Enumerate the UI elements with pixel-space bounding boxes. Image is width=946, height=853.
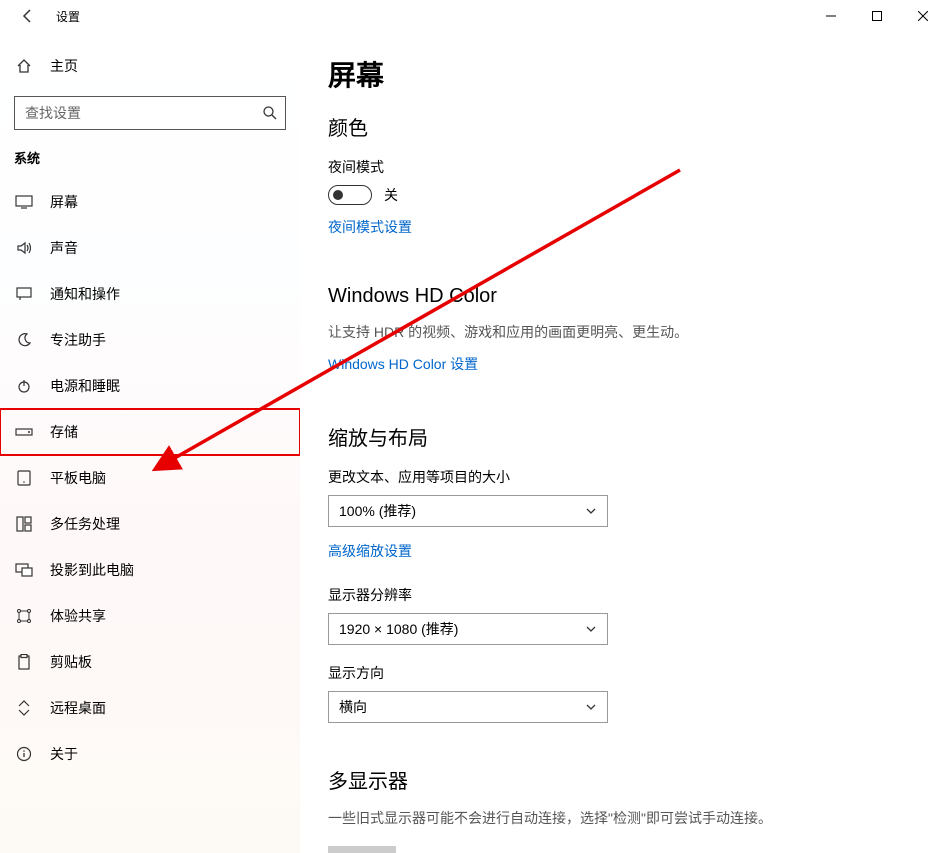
share-icon — [14, 608, 34, 624]
sidebar-item-display[interactable]: 屏幕 — [0, 179, 300, 225]
night-mode-toggle-row: 关 — [328, 185, 918, 205]
project-icon — [14, 562, 34, 578]
drive-icon — [14, 426, 34, 438]
color-heading: 颜色 — [328, 112, 918, 141]
nav-list: 屏幕 声音 通知和操作 专注助手 电源和睡眠 存储 — [0, 179, 300, 777]
chevron-down-icon — [585, 701, 597, 713]
sidebar-item-focus[interactable]: 专注助手 — [0, 317, 300, 363]
arrow-left-icon — [20, 8, 36, 24]
scale-label: 更改文本、应用等项目的大小 — [328, 467, 918, 487]
maximize-icon — [872, 11, 882, 21]
search-input[interactable] — [14, 96, 286, 130]
hd-description: 让支持 HDR 的视频、游戏和应用的画面更明亮、更生动。 — [328, 322, 918, 342]
window-controls — [808, 0, 946, 32]
minimize-icon — [826, 11, 836, 21]
close-icon — [918, 11, 928, 21]
resolution-value: 1920 × 1080 (推荐) — [339, 619, 458, 639]
orientation-label: 显示方向 — [328, 663, 918, 683]
home-label: 主页 — [50, 56, 78, 76]
info-icon — [14, 746, 34, 762]
sidebar-item-project[interactable]: 投影到此电脑 — [0, 547, 300, 593]
scale-value: 100% (推荐) — [339, 501, 416, 521]
clipboard-icon — [14, 654, 34, 670]
moon-icon — [14, 332, 34, 348]
detect-button[interactable]: 检测 — [328, 846, 396, 853]
sidebar-item-label: 体验共享 — [50, 606, 106, 626]
sidebar-item-label: 平板电脑 — [50, 468, 106, 488]
content-pane: 屏幕 颜色 夜间模式 关 夜间模式设置 Windows HD Color 让支持… — [300, 32, 946, 853]
hd-settings-link[interactable]: Windows HD Color 设置 — [328, 354, 478, 374]
minimize-button[interactable] — [808, 0, 854, 32]
sidebar-item-label: 关于 — [50, 744, 78, 764]
sidebar-item-remote[interactable]: 远程桌面 — [0, 685, 300, 731]
sidebar-item-label: 声音 — [50, 238, 78, 258]
sidebar-item-about[interactable]: 关于 — [0, 731, 300, 777]
multi-heading: 多显示器 — [328, 765, 918, 794]
sidebar-item-storage[interactable]: 存储 — [0, 409, 300, 455]
scale-dropdown[interactable]: 100% (推荐) — [328, 495, 608, 527]
home-button[interactable]: 主页 — [0, 48, 300, 84]
sidebar-item-sound[interactable]: 声音 — [0, 225, 300, 271]
toggle-state-label: 关 — [384, 185, 398, 205]
sidebar-item-label: 投影到此电脑 — [50, 560, 134, 580]
sidebar-item-multitask[interactable]: 多任务处理 — [0, 501, 300, 547]
sidebar: 主页 系统 屏幕 声音 通知和操作 专注助手 — [0, 32, 300, 853]
sidebar-item-notifications[interactable]: 通知和操作 — [0, 271, 300, 317]
title-bar: 设置 — [0, 0, 946, 32]
message-icon — [14, 286, 34, 302]
maximize-button[interactable] — [854, 0, 900, 32]
speaker-icon — [14, 240, 34, 256]
sidebar-item-label: 屏幕 — [50, 192, 78, 212]
power-icon — [14, 378, 34, 394]
sidebar-item-tablet[interactable]: 平板电脑 — [0, 455, 300, 501]
multitask-icon — [14, 516, 34, 532]
orientation-dropdown[interactable]: 横向 — [328, 691, 608, 723]
sidebar-item-label: 多任务处理 — [50, 514, 120, 534]
sidebar-item-label: 专注助手 — [50, 330, 106, 350]
resolution-dropdown[interactable]: 1920 × 1080 (推荐) — [328, 613, 608, 645]
close-button[interactable] — [900, 0, 946, 32]
hd-heading: Windows HD Color — [328, 285, 918, 308]
tablet-icon — [14, 470, 34, 486]
sidebar-item-share[interactable]: 体验共享 — [0, 593, 300, 639]
sidebar-item-label: 远程桌面 — [50, 698, 106, 718]
sidebar-item-label: 电源和睡眠 — [50, 376, 120, 396]
page-title: 屏幕 — [328, 54, 918, 94]
sidebar-item-power[interactable]: 电源和睡眠 — [0, 363, 300, 409]
back-button[interactable] — [14, 2, 42, 30]
remote-icon — [14, 700, 34, 716]
night-mode-settings-link[interactable]: 夜间模式设置 — [328, 217, 412, 237]
orientation-value: 横向 — [339, 697, 367, 717]
advanced-scale-link[interactable]: 高级缩放设置 — [328, 541, 412, 561]
sidebar-item-clipboard[interactable]: 剪贴板 — [0, 639, 300, 685]
chevron-down-icon — [585, 505, 597, 517]
category-label: 系统 — [0, 148, 300, 167]
night-mode-label: 夜间模式 — [328, 157, 918, 177]
search-container — [14, 96, 286, 130]
monitor-icon — [14, 194, 34, 210]
multi-description: 一些旧式显示器可能不会进行自动连接，选择"检测"即可尝试手动连接。 — [328, 808, 918, 828]
sidebar-item-label: 存储 — [50, 422, 78, 442]
sidebar-item-label: 通知和操作 — [50, 284, 120, 304]
scale-heading: 缩放与布局 — [328, 422, 918, 451]
sidebar-item-label: 剪贴板 — [50, 652, 92, 672]
window-title: 设置 — [56, 8, 80, 25]
night-mode-toggle[interactable] — [328, 185, 372, 205]
home-icon — [14, 58, 34, 74]
chevron-down-icon — [585, 623, 597, 635]
resolution-label: 显示器分辨率 — [328, 585, 918, 605]
